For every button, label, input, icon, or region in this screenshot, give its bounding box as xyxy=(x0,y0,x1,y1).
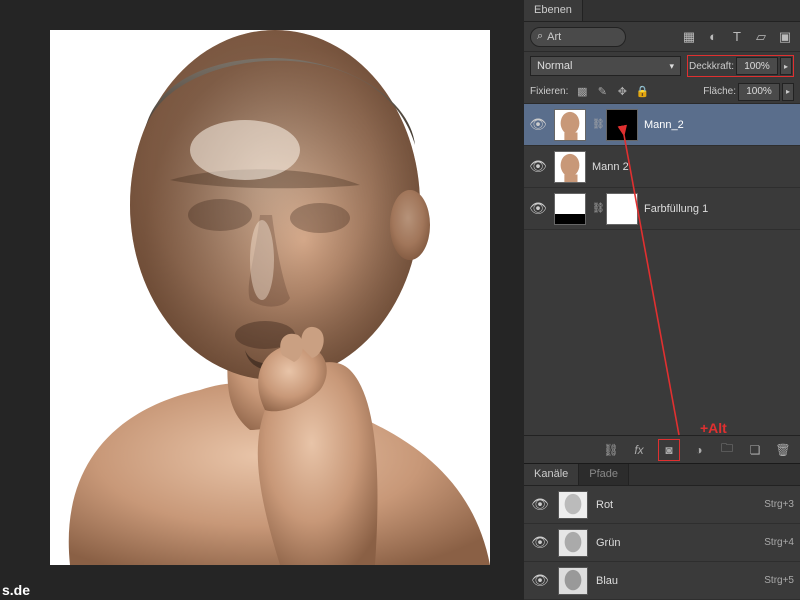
layer-fx-icon[interactable]: fx xyxy=(630,441,648,459)
layer-filter-row: ⌕ Art ▦ ◐ T ▱ ▣ xyxy=(524,22,800,52)
layers-list: 👁 ⛓ Mann_2 👁 Mann 2 👁 ⛓ Farbfüllung 1 xyxy=(524,104,800,230)
fill-stepper[interactable]: ▸ xyxy=(782,83,794,101)
opacity-value[interactable]: 100% xyxy=(736,57,778,75)
lock-pixels-icon[interactable]: ✎ xyxy=(594,84,610,100)
layer-name[interactable]: Mann 2 xyxy=(592,161,629,173)
canvas-area xyxy=(0,0,524,600)
visibility-icon[interactable]: 👁 xyxy=(530,496,550,513)
lock-label: Fixieren: xyxy=(530,86,568,97)
visibility-icon[interactable]: 👁 xyxy=(530,534,550,551)
layer-filter-select[interactable]: ⌕ Art xyxy=(530,27,626,47)
filter-smart-icon[interactable]: ▣ xyxy=(776,28,794,46)
channel-name: Blau xyxy=(596,575,756,587)
search-icon: ⌕ xyxy=(537,30,543,43)
right-panels: Ebenen ⌕ Art ▦ ◐ T ▱ ▣ Normal ▾ Deckkraf… xyxy=(524,0,800,600)
filter-text-icon[interactable]: T xyxy=(728,28,746,46)
channel-thumbnail xyxy=(558,529,588,557)
link-layers-icon[interactable]: ⛓ xyxy=(602,441,620,459)
channel-row[interactable]: 👁 Blau Strg+5 xyxy=(524,562,800,600)
group-icon[interactable]: 🗀 xyxy=(718,441,736,459)
tab-layers[interactable]: Ebenen xyxy=(524,0,583,21)
add-mask-icon[interactable]: ◙ xyxy=(658,439,680,461)
fill-group: Fläche: 100% ▸ xyxy=(703,83,794,101)
filter-shape-icon[interactable]: ▱ xyxy=(752,28,770,46)
channel-shortcut: Strg+3 xyxy=(764,499,794,510)
tab-paths[interactable]: Pfade xyxy=(579,464,629,485)
layer-thumbnail[interactable] xyxy=(554,151,586,183)
lock-icons-group: ▩ ✎ ✥ 🔒 xyxy=(574,84,650,100)
layer-row[interactable]: 👁 Mann 2 xyxy=(524,146,800,188)
blend-mode-select[interactable]: Normal ▾ xyxy=(530,56,681,76)
chevron-down-icon: ▾ xyxy=(669,61,674,72)
filter-pixel-icon[interactable]: ▦ xyxy=(680,28,698,46)
visibility-icon[interactable]: 👁 xyxy=(528,158,548,175)
layers-bottom-toolbar: ⛓ fx ◙ ◑ 🗀 ❏ 🗑 xyxy=(524,435,800,463)
opacity-label: Deckkraft: xyxy=(689,61,734,72)
channel-row[interactable]: 👁 Rot Strg+3 xyxy=(524,486,800,524)
channel-shortcut: Strg+4 xyxy=(764,537,794,548)
filter-adjust-icon[interactable]: ◐ xyxy=(704,28,722,46)
blend-mode-value: Normal xyxy=(537,60,572,72)
watermark-text: s.de xyxy=(2,582,30,598)
channel-name: Grün xyxy=(596,537,756,549)
layer-thumbnail[interactable] xyxy=(554,109,586,141)
lock-position-icon[interactable]: ✥ xyxy=(614,84,630,100)
fill-value[interactable]: 100% xyxy=(738,83,780,101)
visibility-icon[interactable]: 👁 xyxy=(530,572,550,589)
new-layer-icon[interactable]: ❏ xyxy=(746,441,764,459)
layer-row[interactable]: 👁 ⛓ Farbfüllung 1 xyxy=(524,188,800,230)
channels-panel: Kanäle Pfade 👁 Rot Strg+3 👁 Grün Strg+4 … xyxy=(524,463,800,600)
channel-name: Rot xyxy=(596,499,756,511)
mask-link-icon[interactable]: ⛓ xyxy=(592,119,600,130)
layer-mask-thumbnail[interactable] xyxy=(606,193,638,225)
blend-row: Normal ▾ Deckkraft: 100% ▸ xyxy=(524,52,800,80)
layers-panel-tabs: Ebenen xyxy=(524,0,800,22)
annotation-alt-label: +Alt xyxy=(700,420,727,436)
trash-icon[interactable]: 🗑 xyxy=(774,441,792,459)
portrait-image xyxy=(50,30,490,565)
layer-thumbnail[interactable] xyxy=(554,193,586,225)
layer-name[interactable]: Mann_2 xyxy=(644,119,684,131)
channels-panel-tabs: Kanäle Pfade xyxy=(524,464,800,486)
adjustment-layer-icon[interactable]: ◑ xyxy=(690,441,708,459)
channel-shortcut: Strg+5 xyxy=(764,575,794,586)
filter-icons: ▦ ◐ T ▱ ▣ xyxy=(680,28,794,46)
channel-row[interactable]: 👁 Grün Strg+4 xyxy=(524,524,800,562)
layer-name[interactable]: Farbfüllung 1 xyxy=(644,203,708,215)
channel-thumbnail xyxy=(558,491,588,519)
visibility-icon[interactable]: 👁 xyxy=(528,116,548,133)
document-canvas[interactable] xyxy=(50,30,490,565)
filter-label: Art xyxy=(547,31,561,43)
tab-channels[interactable]: Kanäle xyxy=(524,464,579,485)
mask-link-icon[interactable]: ⛓ xyxy=(592,203,600,214)
lock-all-icon[interactable]: 🔒 xyxy=(634,84,650,100)
layer-mask-thumbnail[interactable] xyxy=(606,109,638,141)
opacity-group: Deckkraft: 100% ▸ xyxy=(687,55,794,77)
channel-thumbnail xyxy=(558,567,588,595)
opacity-stepper[interactable]: ▸ xyxy=(780,57,792,75)
lock-transparency-icon[interactable]: ▩ xyxy=(574,84,590,100)
layer-row[interactable]: 👁 ⛓ Mann_2 xyxy=(524,104,800,146)
lock-row: Fixieren: ▩ ✎ ✥ 🔒 Fläche: 100% ▸ xyxy=(524,80,800,104)
layers-empty-area xyxy=(524,230,800,435)
visibility-icon[interactable]: 👁 xyxy=(528,200,548,217)
fill-label: Fläche: xyxy=(703,86,736,97)
